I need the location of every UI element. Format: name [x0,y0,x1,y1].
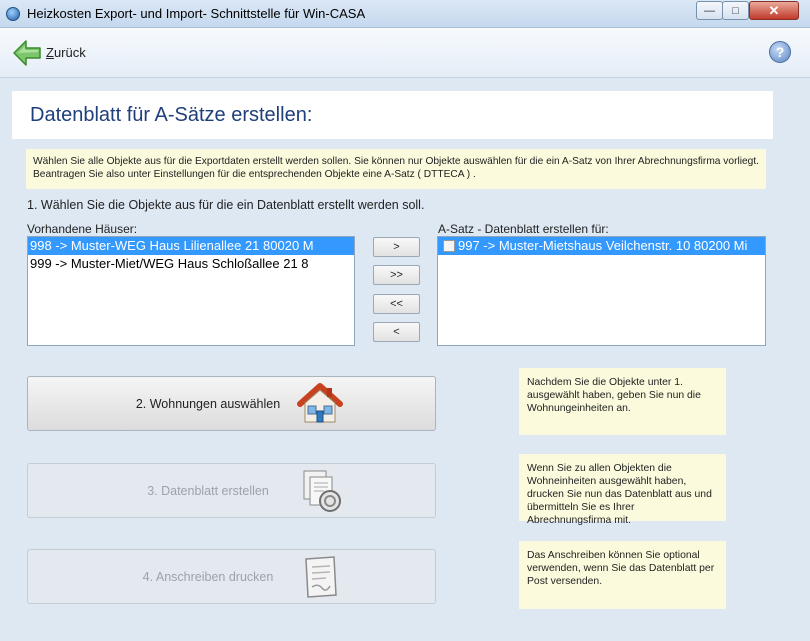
heading-panel: Datenblatt für A-Sätze erstellen: [12,91,773,139]
app-globe-icon [6,7,20,21]
maximize-icon: □ [732,4,739,17]
add-all-button[interactable]: >> [373,265,420,285]
list-item-label: 997 -> Muster-Mietshaus Veilchenstr. 10 … [458,238,748,253]
back-label-rest: urück [53,45,86,60]
back-button[interactable]: Zurück [46,45,86,60]
back-label-accesskey: Z [46,45,54,60]
toolbar: Zurück ? [0,28,810,78]
step1-instruction: 1. Wählen Sie die Objekte aus für die ei… [27,198,425,212]
back-arrow-icon[interactable] [12,39,42,67]
step2-hint: Nachdem Sie die Objekte unter 1. ausgewä… [519,368,726,435]
minimize-button[interactable]: — [696,1,723,20]
letter-icon [305,556,337,598]
list-item[interactable]: 997 -> Muster-Mietshaus Veilchenstr. 10 … [438,237,765,255]
print-letter-button[interactable]: 4. Anschreiben drucken [27,549,436,604]
item-checkbox[interactable] [443,240,455,252]
add-selected-button[interactable]: > [373,237,420,257]
available-houses-label: Vorhandene Häuser: [27,222,138,236]
create-datasheet-button[interactable]: 3. Datenblatt erstellen [27,463,436,518]
title-bar: Heizkosten Export- und Import- Schnittst… [0,0,810,28]
close-button[interactable]: ✕ [749,1,799,20]
remove-all-button[interactable]: << [373,294,420,314]
list-item[interactable]: 998 -> Muster-WEG Haus Lilienallee 21 80… [28,237,354,255]
house-icon [297,383,343,423]
help-icon[interactable]: ? [769,41,791,63]
client-area: Zurück ? Datenblatt für A-Sätze erstelle… [0,28,810,641]
window-title: Heizkosten Export- und Import- Schnittst… [27,6,366,21]
documents-icon [303,470,341,512]
selected-houses-list[interactable]: 997 -> Muster-Mietshaus Veilchenstr. 10 … [437,236,766,346]
remove-selected-button[interactable]: < [373,322,420,342]
list-item[interactable]: 999 -> Muster-Miet/WEG Haus Schloßallee … [28,255,354,273]
minimize-icon: — [704,4,715,17]
available-houses-list[interactable]: 998 -> Muster-WEG Haus Lilienallee 21 80… [27,236,355,346]
close-icon: ✕ [768,2,780,18]
maximize-button[interactable]: □ [722,1,749,20]
select-apartments-button[interactable]: 2. Wohnungen auswählen [27,376,436,431]
selected-houses-label: A-Satz - Datenblatt erstellen für: [438,222,609,236]
step4-hint: Das Anschreiben können Sie optional verw… [519,541,726,609]
step3-hint: Wenn Sie zu allen Objekten die Wohneinhe… [519,454,726,526]
info-note: Wählen Sie alle Objekte aus für die Expo… [26,149,766,189]
page-title: Datenblatt für A-Sätze erstellen: [30,104,313,126]
